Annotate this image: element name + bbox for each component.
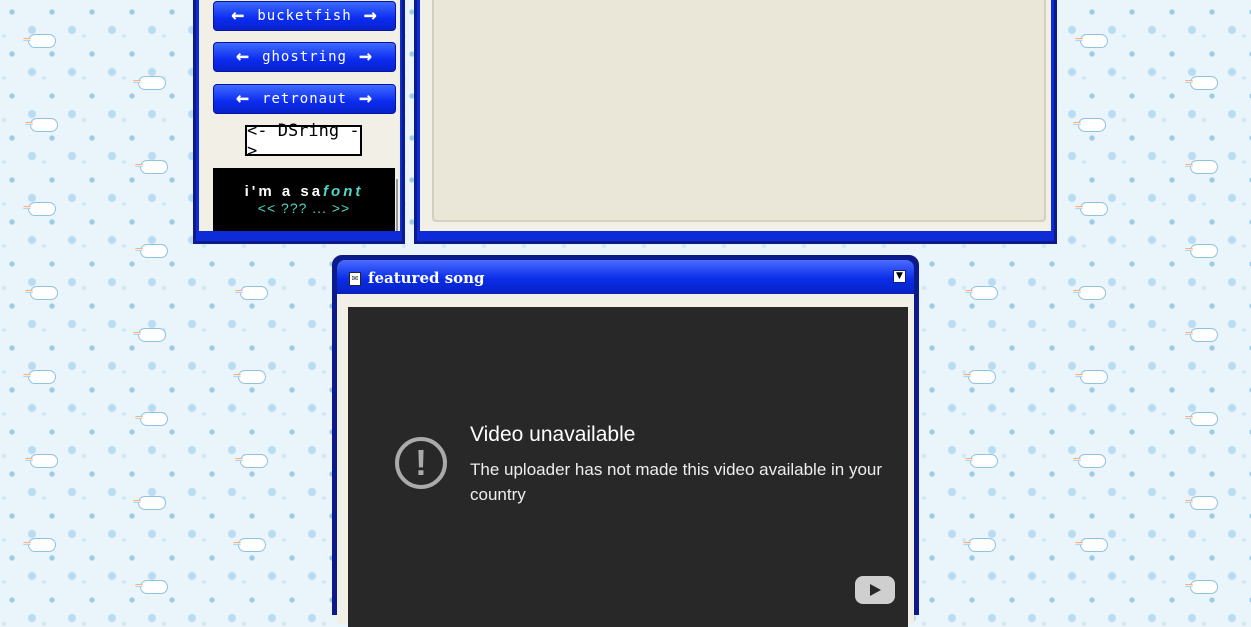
featured-song-title: featured song (368, 269, 485, 287)
video-error-message: The uploader has not made this video ava… (470, 460, 883, 504)
sidebar-panel: ← bucketfish → ← ghostring → ← retronaut… (199, 0, 400, 231)
arrow-right-icon[interactable]: → (359, 88, 373, 110)
safont-title: i'm a safont (213, 183, 395, 200)
sidebar-scrollbar[interactable] (396, 179, 398, 231)
sidebar-window: ← bucketfish → ← ghostring → ← retronaut… (193, 0, 405, 244)
safont-nav-link[interactable]: << ??? ... >> (213, 200, 395, 216)
webring-bucketfish[interactable]: ← bucketfish → (213, 1, 396, 31)
alert-circle-icon: ! (395, 437, 447, 489)
content-panel (420, 0, 1051, 231)
arrow-left-icon[interactable]: ← (236, 46, 250, 68)
safont-webring-banner[interactable]: i'm a safont << ??? ... >> (213, 168, 395, 231)
featured-song-body: ! Video unavailable The uploader has not… (337, 294, 914, 627)
arrow-right-icon[interactable]: → (359, 46, 373, 68)
content-window (414, 0, 1057, 244)
chevron-down-icon[interactable]: ▼ (893, 270, 906, 283)
featured-song-window: ✉ featured song ▼ ! Video unavailable Th… (332, 255, 919, 627)
youtube-play-icon[interactable] (855, 576, 895, 604)
featured-song-titlebar: ✉ featured song ▼ (337, 260, 914, 294)
webring-label: ghostring (262, 49, 347, 65)
document-icon: ✉ (349, 272, 361, 286)
webring-label: retronaut (262, 91, 347, 107)
safont-highlight: font (323, 183, 364, 200)
video-player[interactable]: ! Video unavailable The uploader has not… (348, 307, 908, 627)
arrow-left-icon[interactable]: ← (231, 5, 245, 27)
arrow-left-icon[interactable]: ← (236, 88, 250, 110)
webring-label: bucketfish (257, 8, 352, 24)
webring-ghostring[interactable]: ← ghostring → (213, 42, 396, 72)
webring-retronaut[interactable]: ← retronaut → (213, 84, 396, 114)
video-error-heading: Video unavailable (470, 423, 636, 446)
safont-prefix: i'm a sa (244, 183, 324, 200)
arrow-right-icon[interactable]: → (364, 5, 378, 27)
content-area (432, 0, 1046, 222)
dsring-webring-button[interactable]: <- DSring -> (245, 121, 362, 161)
